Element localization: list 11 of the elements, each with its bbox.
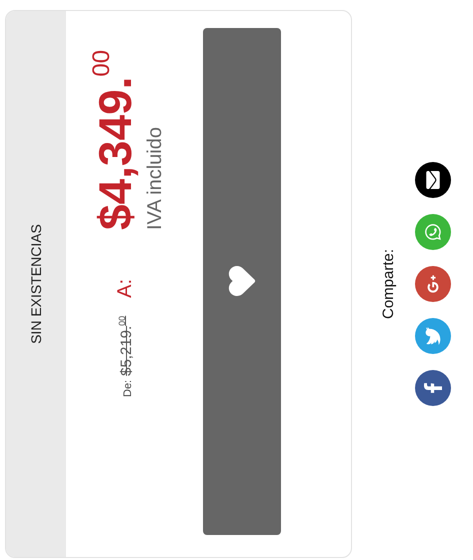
share-label: Comparte: [380,248,397,320]
bird-icon [424,327,442,345]
tax-note: IVA incluido [144,126,167,230]
heart-icon [227,266,257,296]
chat-bubble-icon [424,223,442,241]
envelope-icon [424,171,442,189]
share-button[interactable] [415,370,451,406]
price-label: A: [114,278,137,298]
share-button[interactable] [415,162,451,198]
stock-status: SIN EXISTENCIAS [28,224,44,344]
old-price-label: De: [122,380,134,397]
